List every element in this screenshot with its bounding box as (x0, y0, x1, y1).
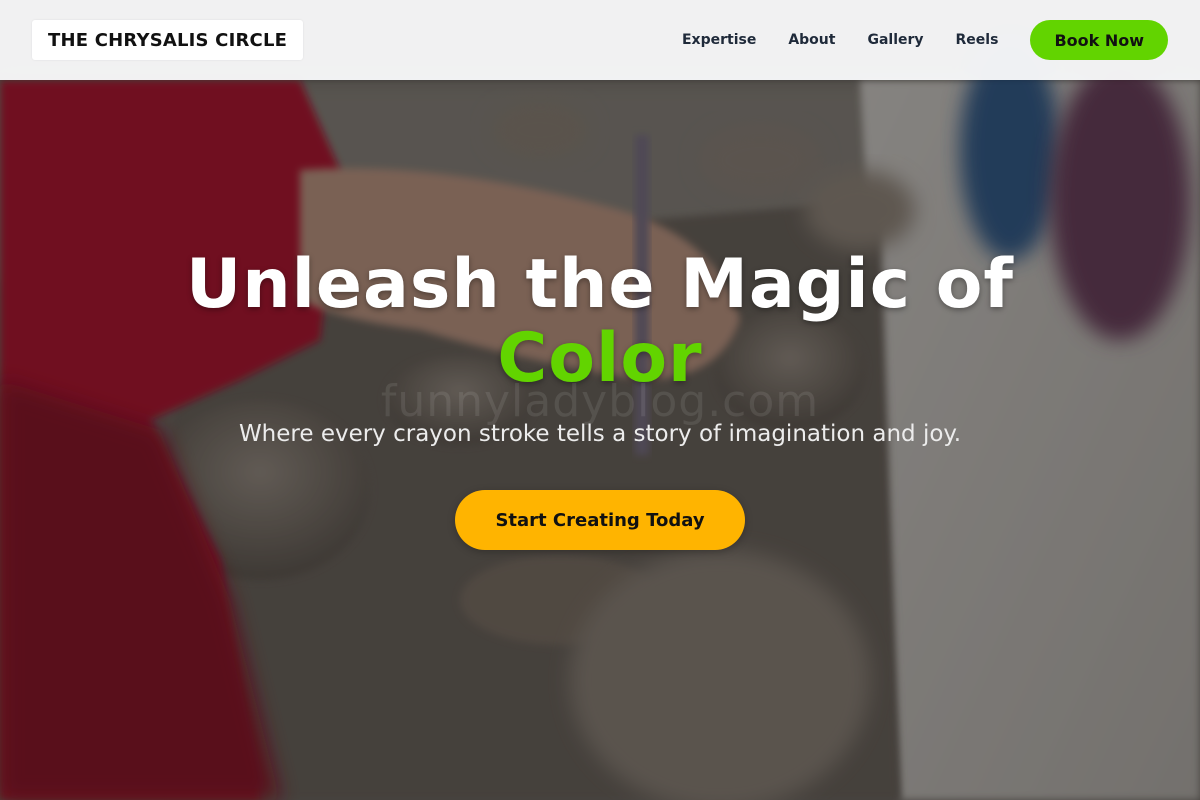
hero-section: Unleash the Magic of Color funnyladyblog… (0, 0, 1200, 800)
hero-title: Unleash the Magic of Color (0, 248, 1200, 396)
main-nav: Expertise About Gallery Reels Book Now (682, 20, 1168, 60)
site-logo[interactable]: THE CHRYSALIS CIRCLE (32, 20, 304, 60)
start-creating-button[interactable]: Start Creating Today (455, 490, 745, 550)
hero-subtitle: Where every crayon stroke tells a story … (238, 421, 962, 447)
nav-link-gallery[interactable]: Gallery (867, 32, 923, 48)
site-header: THE CHRYSALIS CIRCLE Expertise About Gal… (0, 0, 1200, 80)
book-now-button[interactable]: Book Now (1030, 20, 1168, 60)
hero-title-main: Unleash the Magic of (185, 245, 1015, 324)
nav-link-about[interactable]: About (788, 32, 835, 48)
landing-page: THE CHRYSALIS CIRCLE Expertise About Gal… (0, 0, 1200, 800)
nav-link-reels[interactable]: Reels (956, 32, 999, 48)
hero-title-accent: Color (497, 319, 703, 398)
nav-link-expertise[interactable]: Expertise (682, 32, 756, 48)
